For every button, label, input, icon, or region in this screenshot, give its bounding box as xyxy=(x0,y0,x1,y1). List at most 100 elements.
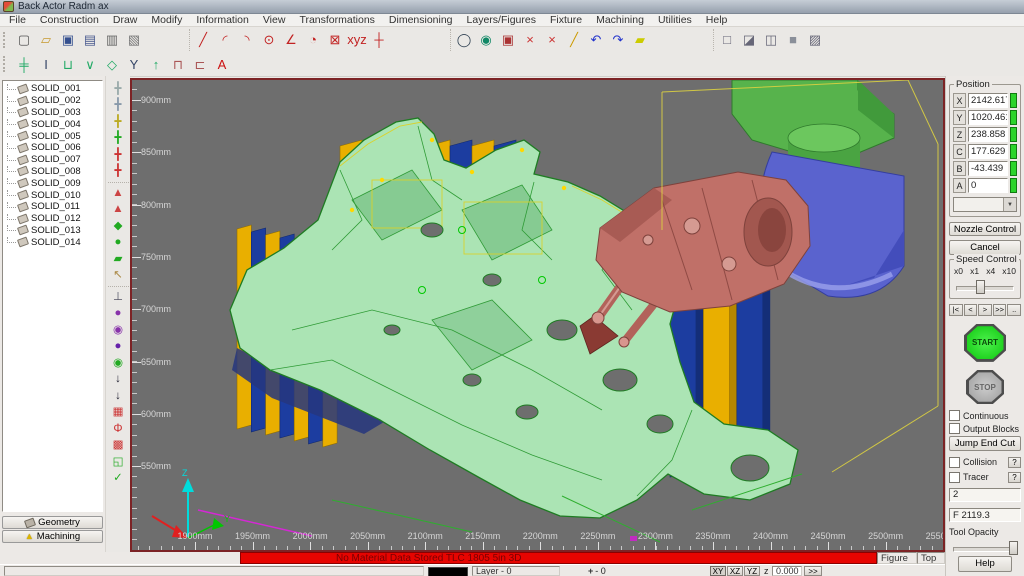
menu-item[interactable]: Construction xyxy=(33,14,106,26)
robot-setup-icon[interactable]: ⊥ xyxy=(108,289,128,306)
menu-item[interactable]: Layers/Figures xyxy=(460,14,543,26)
transport-button[interactable]: < xyxy=(964,304,978,316)
title-bar[interactable]: Back Actor Radm ax xyxy=(0,0,1024,14)
active-color-swatch[interactable] xyxy=(428,567,468,576)
linear-dimension-icon[interactable]: I xyxy=(35,54,57,74)
redo-icon[interactable]: ↷ xyxy=(607,30,629,50)
edge-dimension-icon[interactable]: ⊏ xyxy=(189,54,211,74)
table-red-icon[interactable]: ▦ xyxy=(108,405,128,422)
horizontal-dimension-icon[interactable]: ⊔ xyxy=(57,54,79,74)
block-number-field[interactable]: 2 xyxy=(949,488,1021,502)
ordinate-dimension-icon[interactable]: ╪ xyxy=(13,54,35,74)
axis-value-field[interactable]: 238.858 xyxy=(968,127,1008,142)
probe-icon[interactable]: ↖ xyxy=(108,268,128,285)
view-hidden-line-icon[interactable]: ◪ xyxy=(738,30,760,50)
menu-item[interactable]: View xyxy=(256,14,293,26)
paste-icon[interactable]: ▧ xyxy=(123,30,145,50)
plane-xy-button[interactable]: XY xyxy=(710,566,726,576)
tool-gear-yellow-icon[interactable]: ╋ xyxy=(108,114,128,131)
drop-to-surface-icon[interactable]: ↓ xyxy=(108,372,128,389)
nozzle-control-button[interactable]: Nozzle Control xyxy=(949,222,1021,236)
corner-dimension-icon[interactable]: ⊓ xyxy=(167,54,189,74)
tree-item-solid[interactable]: SOLID_011 xyxy=(3,201,102,213)
arc-tangent-tool-icon[interactable]: ◜ xyxy=(214,30,236,50)
tree-item-solid[interactable]: SOLID_007 xyxy=(3,154,102,166)
z-value-field[interactable]: 0.000 xyxy=(772,566,802,576)
zoom-all-icon[interactable]: ◉ xyxy=(475,30,497,50)
layer-cell[interactable]: Layer - 0 xyxy=(472,566,560,576)
snap-grid-icon[interactable]: ┼ xyxy=(368,30,390,50)
tree-item-solid[interactable]: SOLID_014 xyxy=(3,236,102,248)
option-checkbox[interactable]: Continuous xyxy=(949,410,1021,421)
checkbox-box[interactable] xyxy=(949,457,960,468)
chevron-down-icon[interactable]: ▼ xyxy=(1003,198,1016,211)
transport-button[interactable]: .. xyxy=(1007,304,1021,316)
tool-gear-icon[interactable]: ╋ xyxy=(108,81,128,98)
axis-value-field[interactable]: 177.629 xyxy=(968,144,1008,159)
text-annotation-icon[interactable]: A xyxy=(211,54,233,74)
checkbox-box[interactable] xyxy=(949,472,960,483)
help-button[interactable]: Help xyxy=(958,556,1012,572)
tab-geometry[interactable]: Geometry xyxy=(2,516,103,529)
arc-angle-tool-icon[interactable]: ◔ xyxy=(302,30,324,50)
toolbar-grip[interactable] xyxy=(3,56,7,72)
angle-dimension-icon[interactable]: ∨ xyxy=(79,54,101,74)
menu-item[interactable]: Utilities xyxy=(651,14,699,26)
tree-item-solid[interactable]: SOLID_013 xyxy=(3,225,102,237)
line-tool-icon[interactable]: ╱ xyxy=(192,30,214,50)
measure-pen-icon[interactable]: ╱ xyxy=(563,30,585,50)
tree-item-solid[interactable]: SOLID_006 xyxy=(3,142,102,154)
menu-item[interactable]: Fixture xyxy=(543,14,589,26)
menu-item[interactable]: Draw xyxy=(106,14,145,26)
workpiece-solid-icon[interactable]: ◆ xyxy=(108,218,128,235)
plane-xz-button[interactable]: XZ xyxy=(727,566,743,576)
more-button[interactable]: >> xyxy=(804,566,822,576)
delete-region-icon[interactable]: ⊠ xyxy=(324,30,346,50)
sphere-purple2-icon[interactable]: ◉ xyxy=(108,322,128,339)
viewport-3d[interactable]: Z Y 900mm850mm800mm750mm700mm650mm600mm5… xyxy=(130,78,945,552)
tab-machining[interactable]: ▲ Machining xyxy=(2,530,103,543)
transport-button[interactable]: >> xyxy=(993,304,1007,316)
tree-item-solid[interactable]: SOLID_004 xyxy=(3,118,102,130)
hand-check-icon[interactable]: ✓ xyxy=(108,471,128,488)
stop-button[interactable]: STOP xyxy=(966,370,1004,404)
collision-help-button[interactable]: ? xyxy=(1008,457,1021,468)
menu-item[interactable]: File xyxy=(2,14,33,26)
cancel-button[interactable]: Cancel xyxy=(949,240,1021,254)
tree-item-solid[interactable]: SOLID_005 xyxy=(3,130,102,142)
tree-item-solid[interactable]: SOLID_010 xyxy=(3,189,102,201)
menu-item[interactable]: Dimensioning xyxy=(382,14,460,26)
workpiece-flag-icon[interactable]: ▰ xyxy=(108,251,128,268)
zoom-icon[interactable]: ◯ xyxy=(453,30,475,50)
open-folder-icon[interactable]: ▱ xyxy=(35,30,57,50)
fit-selection-icon[interactable]: × xyxy=(541,30,563,50)
workpiece-stock-icon[interactable]: ● xyxy=(108,235,128,252)
tree-item-solid[interactable]: SOLID_008 xyxy=(3,166,102,178)
tool-gear-red-icon[interactable]: ╋ xyxy=(108,147,128,164)
view-outline-icon[interactable]: ◫ xyxy=(760,30,782,50)
fixture-pyramid-pair-icon[interactable]: ▲ xyxy=(108,185,128,202)
branch-dimension-icon[interactable]: Y xyxy=(123,54,145,74)
view-transparent-icon[interactable]: ▨ xyxy=(804,30,826,50)
zoom-window-icon[interactable]: ▣ xyxy=(497,30,519,50)
transport-button[interactable]: |< xyxy=(949,304,963,316)
tracer-help-button[interactable]: ? xyxy=(1008,472,1021,483)
program-combo[interactable]: ▼ xyxy=(953,197,1017,212)
tool-gear-red2-icon[interactable]: ╋ xyxy=(108,164,128,181)
checkbox-box[interactable] xyxy=(949,410,960,421)
arrow-dimension-icon[interactable]: ↑ xyxy=(145,54,167,74)
menu-item[interactable]: Information xyxy=(189,14,256,26)
tool-gear-green-icon[interactable]: ╋ xyxy=(108,131,128,148)
eraser-icon[interactable]: ▰ xyxy=(629,30,651,50)
tool-gear-card-icon[interactable]: ╋ xyxy=(108,98,128,115)
view-shaded-icon[interactable]: ■ xyxy=(782,30,804,50)
slider-thumb[interactable] xyxy=(1009,541,1018,555)
feed-rate-field[interactable]: F 2119.3 xyxy=(949,508,1021,522)
fixture-pyramid-icon[interactable]: ▲ xyxy=(108,202,128,219)
axis-value-field[interactable]: 0 xyxy=(968,178,1008,193)
print-icon[interactable]: ▥ xyxy=(101,30,123,50)
menu-item[interactable]: Machining xyxy=(589,14,651,26)
drop-to-floor-icon[interactable]: ↓ xyxy=(108,388,128,405)
angle-tool-icon[interactable]: ∠ xyxy=(280,30,302,50)
collision-checkbox[interactable]: Collision ? xyxy=(949,457,1021,468)
